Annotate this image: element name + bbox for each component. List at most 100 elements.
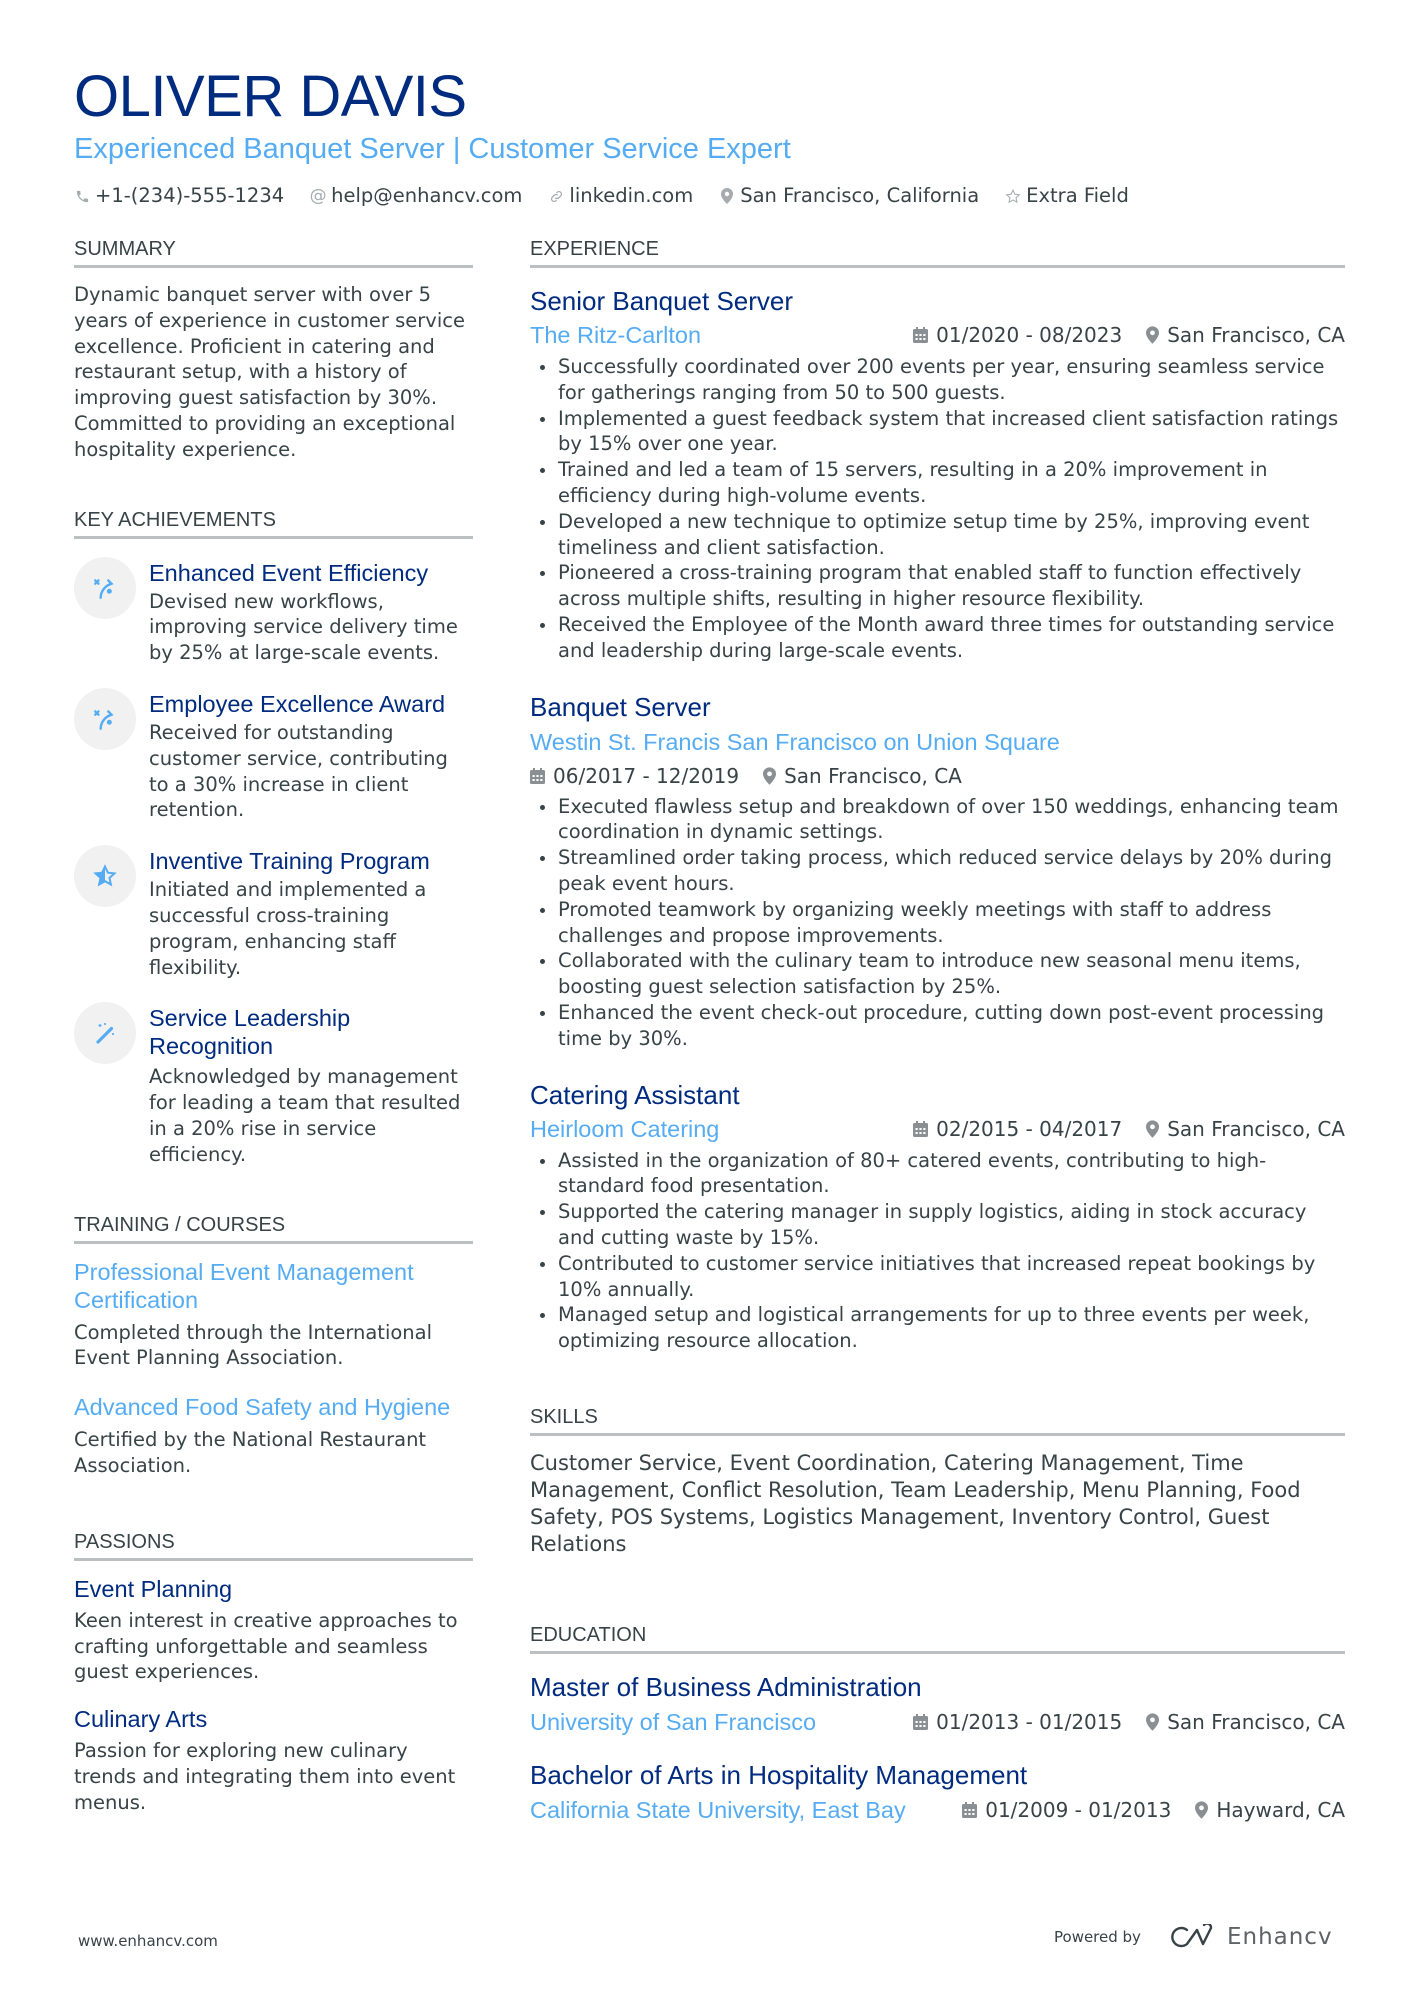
job-dates: 06/2017 - 12/2019: [553, 763, 740, 788]
candidate-headline: Experienced Banquet Server | Customer Se…: [74, 133, 791, 165]
job-meta: 06/2017 - 12/2019 San Francisco, CA: [530, 760, 1345, 792]
skills-text: Customer Service, Event Coordination, Ca…: [530, 1450, 1301, 1556]
job-company: The Ritz-Carlton: [530, 322, 702, 348]
contact-extra-text: Extra Field: [1026, 184, 1129, 207]
location-pin-icon: [1195, 1801, 1209, 1819]
passion-title: Event Planning: [74, 1575, 233, 1602]
location-pin-icon: [1146, 1713, 1160, 1731]
education-meta-row: California State University, East Bay 01…: [530, 1792, 1345, 1828]
enhancv-brand-text: Enhancv: [1226, 1924, 1333, 1950]
job-location: San Francisco, CA: [1167, 323, 1345, 347]
education-meta: 01/2013 - 01/2015 San Francisco, CA: [913, 1704, 1345, 1740]
contact-extra: Extra Field: [1005, 182, 1129, 210]
job-bullet: Enhanced the event check-out procedure, …: [530, 1000, 1345, 1052]
job-title: Catering Assistant: [530, 1079, 740, 1110]
passion-title: Culinary Arts: [74, 1706, 208, 1733]
job-location: San Francisco, CA: [784, 763, 962, 788]
calendar-icon: [962, 1801, 978, 1818]
job-bullet: Executed flawless setup and breakdown of…: [530, 794, 1345, 846]
training-title: Professional Event Management Certificat…: [74, 1258, 414, 1313]
passions-heading: PASSIONS: [74, 1529, 473, 1561]
calendar-icon: [913, 1120, 929, 1137]
education-heading: EDUCATION: [530, 1622, 1345, 1654]
contact-location: San Francisco, California: [719, 182, 979, 210]
job-bullet: Assisted in the organization of 80+ cate…: [530, 1148, 1345, 1200]
job-bullets: Executed flawless setup and breakdown of…: [530, 794, 1345, 1052]
job-bullet: Received the Employee of the Month award…: [530, 612, 1345, 664]
footer-website-link[interactable]: www.enhancv.com: [78, 1932, 218, 1950]
job-bullets: Successfully coordinated over 200 events…: [530, 354, 1345, 664]
education-school: University of San Francisco: [530, 1708, 817, 1735]
education-location: Hayward, CA: [1216, 1797, 1345, 1822]
job-company: Heirloom Catering: [530, 1115, 720, 1142]
contact-phone[interactable]: +1-(234)-555-1234: [74, 182, 284, 210]
training-item: Professional Event Management Certificat…: [74, 1258, 473, 1372]
training-text: Certified by the National Restaurant Ass…: [74, 1428, 427, 1477]
job-dates: 02/2015 - 04/2017: [936, 1116, 1123, 1141]
job-bullet: Streamlined order taking process, which …: [530, 845, 1345, 897]
achievement-item: Employee Excellence Award Received for o…: [74, 687, 473, 823]
job-dates: 01/2020 - 08/2023: [936, 323, 1123, 347]
calendar-icon: [913, 1713, 929, 1730]
achievement-text: Initiated and implemented a successful c…: [149, 878, 427, 979]
education-school: California State University, East Bay: [530, 1796, 906, 1823]
passion-item: Culinary Arts Passion for exploring new …: [74, 1705, 473, 1815]
enhancv-logo-icon: [1171, 1924, 1213, 1948]
training-heading: TRAINING / COURSES: [74, 1212, 473, 1244]
at-icon: @: [309, 186, 327, 206]
education-meta-row: University of San Francisco 01/2013 - 01…: [530, 1704, 1345, 1740]
achievement-title: Employee Excellence Award: [149, 690, 446, 717]
left-column: SUMMARY Dynamic banquet server with over…: [74, 236, 473, 1852]
link-icon: [548, 187, 564, 205]
job-bullet: Implemented a guest feedback system that…: [530, 406, 1345, 458]
skills-section: SKILLS Customer Service, Event Coordinat…: [530, 1404, 1345, 1558]
contact-location-text: San Francisco, California: [740, 184, 980, 207]
education-degree: Master of Business Administration: [530, 1671, 922, 1702]
achievement-title: Inventive Training Program: [149, 848, 430, 875]
magic-wand-icon: [74, 1002, 136, 1065]
education-dates: 01/2013 - 01/2015: [936, 1709, 1123, 1734]
job-meta: 02/2015 - 04/2017 San Francisco, CA: [913, 1112, 1345, 1146]
experience-section: EXPERIENCE Senior Banquet Server The Rit…: [530, 236, 1345, 1354]
strategy-icon: [74, 556, 136, 619]
skills-heading: SKILLS: [530, 1404, 1345, 1436]
job-title: Banquet Server: [530, 691, 711, 722]
job-bullets: Assisted in the organization of 80+ cate…: [530, 1148, 1345, 1354]
contact-linkedin-text: linkedin.com: [569, 184, 694, 207]
education-entry: Master of Business Administration Univer…: [530, 1670, 1345, 1740]
passion-item: Event Planning Keen interest in creative…: [74, 1575, 473, 1685]
achievements-section: KEY ACHIEVEMENTS Enhanced Event Efficien…: [74, 507, 473, 1168]
education-dates: 01/2009 - 01/2013: [985, 1797, 1172, 1822]
achievement-text: Acknowledged by management for leading a…: [149, 1065, 461, 1166]
contact-email[interactable]: @ help@enhancv.com: [309, 182, 523, 210]
education-section: EDUCATION Master of Business Administrat…: [530, 1622, 1345, 1828]
enhancv-logo[interactable]: Enhancv: [1169, 1924, 1333, 1950]
powered-by-label: Powered by: [1054, 1928, 1141, 1946]
training-text: Completed through the International Even…: [74, 1320, 433, 1370]
contact-row: +1-(234)-555-1234 @ help@enhancv.com lin…: [74, 182, 1344, 210]
passion-text: Passion for exploring new culinary trend…: [74, 1739, 456, 1814]
education-location: San Francisco, CA: [1167, 1709, 1345, 1734]
job-location: San Francisco, CA: [1167, 1116, 1345, 1141]
location-pin-icon: [1146, 326, 1160, 344]
achievement-item: Service Leadership Recognition Acknowled…: [74, 1002, 473, 1167]
star-icon: [1005, 187, 1021, 205]
experience-heading: EXPERIENCE: [530, 236, 1345, 268]
job-bullet: Supported the catering manager in supply…: [530, 1199, 1345, 1251]
achievement-title: Service Leadership Recognition: [149, 1005, 351, 1060]
job-meta-row: The Ritz-Carlton 01/2020 - 08/2023 San F…: [530, 318, 1345, 352]
calendar-icon: [530, 767, 545, 784]
passions-section: PASSIONS Event Planning Keen interest in…: [74, 1529, 473, 1816]
location-pin-icon: [1146, 1119, 1160, 1138]
location-pin-icon: [719, 187, 735, 205]
achievements-heading: KEY ACHIEVEMENTS: [74, 507, 473, 539]
job-bullet: Successfully coordinated over 200 events…: [530, 354, 1345, 406]
candidate-name: OLIVER DAVIS: [74, 64, 467, 129]
star-half-icon: [74, 845, 136, 908]
job-bullet: Collaborated with the culinary team to i…: [530, 948, 1345, 1000]
summary-text: Dynamic banquet server with over 5 years…: [74, 283, 465, 461]
contact-phone-text: +1-(234)-555-1234: [95, 184, 285, 207]
contact-linkedin[interactable]: linkedin.com: [548, 182, 693, 210]
achievement-item: Enhanced Event Efficiency Devised new wo…: [74, 556, 473, 666]
location-pin-icon: [763, 766, 777, 785]
